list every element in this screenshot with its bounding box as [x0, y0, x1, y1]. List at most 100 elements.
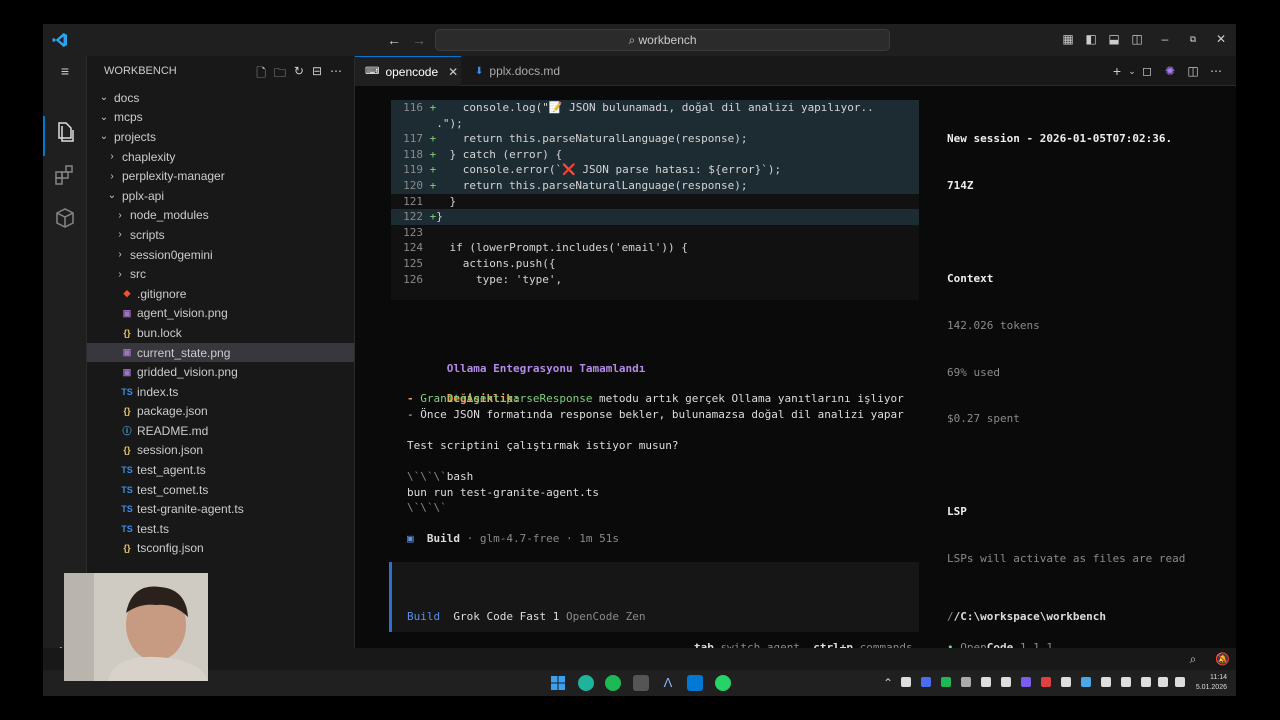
tree-item[interactable]: › scripts	[87, 225, 354, 245]
back-arrow-icon[interactable]: ←	[387, 32, 401, 48]
tray-spotify-icon[interactable]	[941, 677, 951, 687]
tree-item[interactable]: ⓘ README.md	[87, 421, 354, 441]
collapse-all-icon[interactable]: ⊟	[312, 64, 322, 85]
menu-icon[interactable]: ≡	[58, 64, 72, 78]
explorer-header: WORKBENCH 🗋 🗀 ↻ ⊟ ⋯	[87, 56, 354, 86]
tree-item-label: test_comet.ts	[137, 482, 209, 497]
pen-icon[interactable]	[1121, 677, 1131, 687]
tree-item[interactable]: TS test-granite-agent.ts	[87, 499, 354, 519]
tree-item[interactable]: TS index.ts	[87, 382, 354, 402]
toggle-sidebar-icon[interactable]: ◧	[1084, 32, 1098, 46]
tree-item[interactable]: TS test_comet.ts	[87, 480, 354, 500]
tree-item[interactable]: ⌄ docs	[87, 88, 354, 108]
code-text: console.error(`❌ JSON parse hatası: ${er…	[436, 163, 782, 177]
markdown-icon: ⬇	[475, 65, 484, 77]
tree-item[interactable]: ⌄ mcps	[87, 108, 354, 128]
toggle-secondary-sidebar-icon[interactable]: ◫	[1130, 32, 1144, 46]
volume-icon[interactable]	[1158, 677, 1168, 687]
microphone-icon[interactable]	[1101, 677, 1111, 687]
close-window-icon[interactable]: ✕	[1214, 32, 1228, 46]
tree-item[interactable]: › chaplexity	[87, 147, 354, 167]
tray-icon-6[interactable]	[1001, 677, 1011, 687]
tree-item-label: mcps	[114, 110, 143, 125]
tree-item[interactable]: ⌄ projects	[87, 127, 354, 147]
diff-line: 117 + return this.parseNaturalLanguage(r…	[391, 131, 919, 147]
clock-time: 11:14	[1210, 674, 1227, 681]
forward-arrow-icon[interactable]: →	[412, 32, 426, 48]
code-text: if (lowerPrompt.includes('email')) {	[436, 241, 688, 255]
tray-icon-10[interactable]	[1081, 677, 1091, 687]
command-center-search[interactable]: ⌕ workbench	[435, 29, 890, 51]
tree-item[interactable]: ▣ current_state.png	[87, 342, 354, 363]
chevron-down-icon: ⌄	[99, 92, 109, 104]
tray-icon-2[interactable]	[921, 677, 931, 687]
tree-item-label: pplx-api	[122, 188, 165, 203]
maximize-panel-icon[interactable]: ◻	[1140, 64, 1154, 78]
whatsapp-icon[interactable]	[715, 675, 731, 691]
tree-item[interactable]: ⌄ pplx-api	[87, 186, 354, 206]
explorer-icon[interactable]	[53, 120, 77, 144]
edge-icon[interactable]	[578, 675, 594, 691]
new-terminal-icon[interactable]: +	[1110, 64, 1124, 78]
clock-date: 5.01.2026	[1195, 684, 1227, 691]
windows-start-icon[interactable]	[550, 675, 566, 691]
notifications-off-icon[interactable]: 🔕	[1215, 652, 1230, 666]
tray-icon-4[interactable]	[961, 677, 971, 687]
tree-item[interactable]: ◆ .gitignore	[87, 284, 354, 304]
vscode-taskbar-icon[interactable]	[687, 675, 703, 691]
spotify-icon[interactable]	[605, 675, 621, 691]
new-folder-icon[interactable]: 🗀	[274, 64, 286, 85]
code-text: type: 'type',	[436, 272, 563, 286]
session-title-line1: New session - 2026-01-05T07:02:36.	[947, 132, 1173, 146]
system-clock[interactable]: 11:14 5.01.2026	[1191, 673, 1227, 693]
restore-icon[interactable]: ⧉	[1186, 32, 1200, 46]
zoom-icon[interactable]: ⌕	[1186, 652, 1200, 666]
more-actions-icon[interactable]: ⋯	[330, 64, 342, 85]
terminal-icon: ⌨	[365, 66, 380, 77]
diff-line: .");	[391, 115, 919, 132]
explorer-sidebar: WORKBENCH 🗋 🗀 ↻ ⊟ ⋯ ⌄ docs ⌄ mcps ⌄ projects ›…	[87, 56, 355, 648]
refresh-icon[interactable]: ↻	[294, 64, 304, 85]
tree-item[interactable]: ▣ agent_vision.png	[87, 304, 354, 324]
person-image	[64, 573, 208, 681]
chevron-right-icon: ›	[118, 249, 122, 261]
tray-icon-9[interactable]	[1061, 677, 1071, 687]
a-app-icon[interactable]: Λ	[660, 675, 676, 691]
package-icon[interactable]	[53, 206, 77, 230]
more-actions-icon[interactable]: ⋯	[1209, 64, 1223, 78]
tree-item[interactable]: {} tsconfig.json	[87, 539, 354, 559]
battery-icon[interactable]	[1175, 677, 1185, 687]
tray-icon-7[interactable]	[1021, 677, 1031, 687]
line-number: 126	[403, 272, 423, 286]
tree-item[interactable]: ▣ gridded_vision.png	[87, 362, 354, 382]
notepad-icon[interactable]	[633, 675, 649, 691]
prompt-input[interactable]: Build Grok Code Fast 1 OpenCode Zen	[389, 562, 919, 632]
split-editor-icon[interactable]: ◫	[1186, 64, 1200, 78]
copilot-icon[interactable]: ✺	[1163, 64, 1177, 78]
toggle-panel-icon[interactable]: ⬓	[1107, 32, 1121, 46]
tab-pplx-docs[interactable]: ⬇ pplx.docs.md	[465, 56, 605, 86]
tray-icon-1[interactable]	[901, 677, 911, 687]
tree-item[interactable]: TS test.ts	[87, 519, 354, 539]
minimize-icon[interactable]: –	[1158, 32, 1172, 46]
tree-item[interactable]: › perplexity-manager	[87, 166, 354, 186]
tree-item[interactable]: › node_modules	[87, 206, 354, 226]
wifi-icon[interactable]	[1141, 677, 1151, 687]
tree-item[interactable]: {} package.json	[87, 402, 354, 422]
tab-opencode[interactable]: ⌨ opencode ✕	[355, 56, 461, 86]
customize-layout-icon[interactable]: ▦	[1061, 32, 1075, 46]
tree-item-label: chaplexity	[122, 149, 176, 164]
tree-item[interactable]: › session0gemini	[87, 245, 354, 265]
tree-item[interactable]: {} bun.lock	[87, 323, 354, 343]
tray-icon-5[interactable]	[981, 677, 991, 687]
chevron-down-icon[interactable]: ⌄	[1125, 64, 1139, 78]
tray-icon-8[interactable]	[1041, 677, 1051, 687]
close-tab-icon[interactable]: ✕	[448, 65, 458, 79]
tree-item[interactable]: TS test_agent.ts	[87, 460, 354, 480]
new-file-icon[interactable]: 🗋	[256, 64, 266, 85]
extensions-icon[interactable]	[53, 163, 77, 187]
tree-item[interactable]: › src	[87, 264, 354, 284]
tree-item[interactable]: {} session.json	[87, 441, 354, 461]
code-text: }	[436, 210, 443, 224]
chevron-up-icon[interactable]: ⌃	[881, 676, 895, 690]
